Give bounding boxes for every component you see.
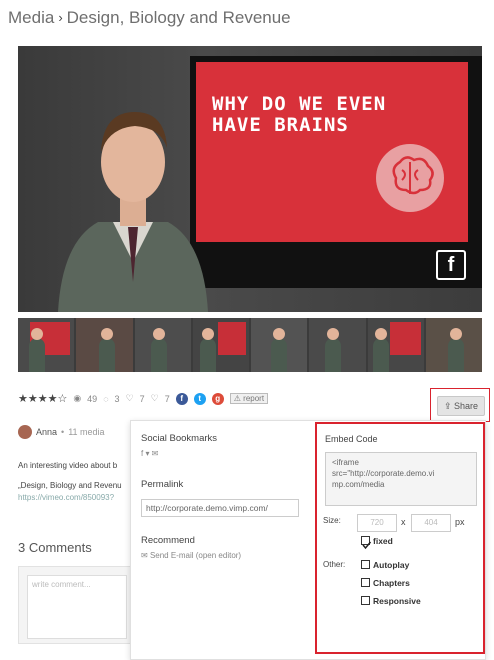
thumbnail[interactable] (367, 318, 424, 372)
thumbnail[interactable] (251, 318, 308, 372)
permalink-title: Permalink (141, 479, 184, 490)
share-icon: ⇪ (443, 401, 452, 411)
rating-stars[interactable]: ★★★★☆ (18, 392, 67, 405)
recommend-title: Recommend (141, 535, 195, 546)
author-media-count: 11 media (68, 427, 105, 437)
twitter-icon[interactable]: t (193, 392, 206, 405)
mail-icon: ✉ (141, 551, 148, 560)
video-tv-frame: WHY DO WE EVEN HAVE BRAINS f (190, 56, 482, 288)
send-email-label: Send E-mail (open editor) (149, 551, 242, 560)
fixed-checkbox[interactable] (361, 536, 372, 550)
autoplay-checkbox[interactable] (361, 560, 370, 569)
embed-code-title: Embed Code (325, 434, 378, 444)
embed-code-line: mp.com/media (332, 480, 385, 489)
comments-count: 3 (114, 393, 120, 404)
responsive-label: Responsive (373, 596, 421, 606)
breadcrumb: Media › Design, Biology and Revenue (8, 8, 291, 28)
report-button[interactable]: ⚠ report (229, 393, 269, 404)
thumbnail[interactable] (309, 318, 366, 372)
size-x-label: x (401, 517, 406, 527)
author-name[interactable]: Anna (36, 427, 57, 437)
warning-icon: ⚠ (233, 394, 241, 403)
embed-code-line: src="http://corporate.demo.vi (332, 469, 435, 478)
dislikes-count: 7 (164, 393, 170, 404)
thumbnail[interactable] (192, 318, 249, 372)
social-bookmark-icons[interactable]: f ▾ ✉ (141, 449, 158, 458)
permalink-field[interactable]: http://corporate.demo.vimp.com/ (141, 499, 299, 517)
description-line: An interesting video about b (18, 461, 118, 470)
video-screen-text: WHY DO WE EVEN HAVE BRAINS (212, 93, 387, 136)
chapters-label: Chapters (373, 578, 410, 588)
description-line: „Design, Biology and Revenu (18, 481, 122, 490)
like-icon[interactable]: ♡ (126, 393, 134, 404)
facebook-icon[interactable]: f (175, 392, 188, 405)
breadcrumb-current: Design, Biology and Revenue (66, 8, 291, 27)
send-email-link[interactable]: ✉ Send E-mail (open editor) (141, 551, 241, 560)
comment-form: write comment... (18, 566, 133, 644)
embed-width-input[interactable]: 720 (357, 514, 397, 532)
size-unit-label: px (455, 517, 465, 527)
google-plus-icon[interactable]: g (211, 392, 224, 405)
dislike-icon[interactable]: ♡ (151, 393, 159, 404)
media-description: An interesting video about b „Design, Bi… (18, 460, 146, 504)
likes-count: 7 (139, 393, 145, 404)
embed-height-input[interactable]: 404 (411, 514, 451, 532)
video-tv-screen: WHY DO WE EVEN HAVE BRAINS (196, 62, 468, 242)
autoplay-label: Autoplay (373, 560, 410, 570)
presenter-figure (58, 112, 208, 312)
other-label: Other: (323, 560, 346, 569)
video-player[interactable]: WHY DO WE EVEN HAVE BRAINS f (18, 46, 482, 312)
share-highlight-box: ⇪ Share (430, 388, 490, 422)
share-label: Share (454, 401, 479, 411)
fixed-label: fixed (373, 536, 393, 546)
comments-icon: ◌ (103, 393, 109, 404)
embed-code-textarea[interactable]: <iframe src="http://corporate.demo.vi mp… (325, 452, 477, 506)
facebook-badge-icon[interactable]: f (436, 250, 466, 280)
comment-input[interactable]: write comment... (27, 575, 127, 639)
author-line: Anna • 11 media (18, 425, 105, 439)
breadcrumb-separator-icon: › (58, 10, 63, 25)
thumbnail-strip (18, 318, 482, 372)
thumbnail[interactable] (134, 318, 191, 372)
comments-heading: 3 Comments (18, 540, 92, 555)
breadcrumb-root-link[interactable]: Media (8, 8, 54, 27)
chapters-checkbox[interactable] (361, 578, 370, 587)
views-icon: ◉ (73, 393, 82, 403)
views-count: 49 (87, 393, 98, 404)
thumbnail[interactable] (18, 318, 75, 372)
responsive-checkbox[interactable] (361, 596, 370, 605)
embed-code-line: <iframe (332, 458, 359, 467)
share-button[interactable]: ⇪ Share (437, 396, 485, 416)
description-link[interactable]: https://vimeo.com/850093? (18, 492, 146, 504)
media-meta-bar: ★★★★☆ ◉ 49 ◌ 3 ♡ 7 ♡ 7 f t g ⚠ report (18, 392, 269, 405)
thumbnail[interactable] (76, 318, 133, 372)
report-label: report (243, 394, 265, 403)
social-bookmarks-title: Social Bookmarks (141, 433, 218, 444)
brain-icon (376, 144, 444, 212)
author-separator: • (61, 427, 65, 437)
size-label: Size: (323, 516, 341, 525)
embed-code-panel: Embed Code <iframe src="http://corporate… (315, 422, 485, 654)
thumbnail[interactable] (425, 318, 482, 372)
avatar[interactable] (18, 425, 32, 439)
